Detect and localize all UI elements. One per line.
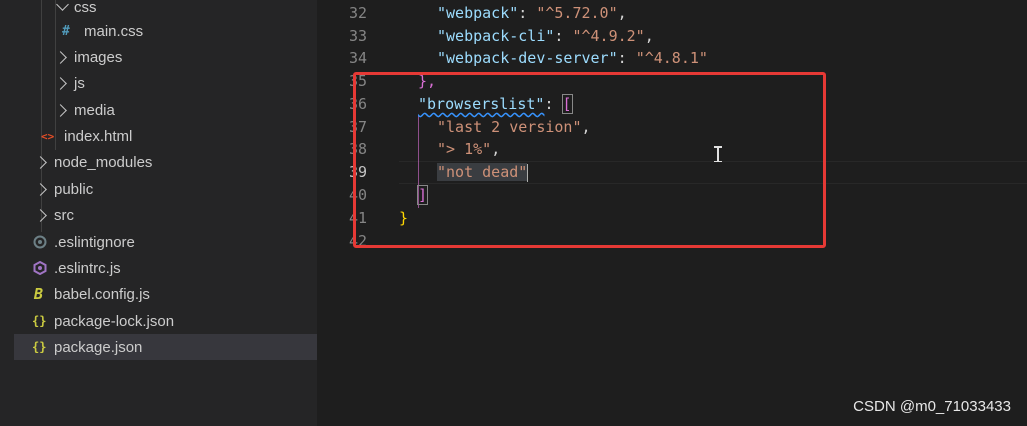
activity-bar	[0, 0, 14, 426]
tree-item-label: package-lock.json	[54, 312, 175, 330]
code-line-32: "webpack": "^5.72.0",	[437, 2, 627, 25]
tree-item-babel-config[interactable]: B babel.config.js	[14, 281, 317, 307]
colon: :	[617, 49, 636, 67]
tree-item-package-lock-json[interactable]: {} package-lock.json	[14, 308, 317, 334]
json-key: "webpack-dev-server"	[437, 49, 618, 67]
tree-item-label: js	[74, 74, 85, 92]
line-number: 32	[348, 4, 367, 22]
line-number: 33	[348, 27, 367, 45]
tree-item-node-modules-folder[interactable]: node_modules	[14, 149, 317, 175]
tree-item-label: index.html	[64, 127, 133, 145]
json-key: "webpack"	[437, 4, 519, 22]
tree-item-main-css[interactable]: # main.css	[14, 18, 317, 44]
eslintignore-icon	[33, 235, 47, 249]
tree-item-label: css	[74, 0, 97, 16]
json-icon: {}	[32, 340, 47, 354]
json-icon: {}	[32, 314, 47, 328]
tree-item-label: images	[74, 48, 123, 66]
chevron-right-icon	[34, 156, 47, 169]
tree-item-media-folder[interactable]: media	[14, 97, 317, 123]
tree-item-css-folder[interactable]: css	[14, 0, 317, 20]
ibeam-cursor-icon	[714, 146, 722, 162]
code-line-34: "webpack-dev-server": "^4.8.1"	[437, 47, 708, 70]
annotation-highlight-box	[353, 72, 826, 248]
tree-item-index-html[interactable]: <> index.html	[14, 123, 317, 149]
tree-item-js-folder[interactable]: js	[14, 70, 317, 96]
line-number: 34	[348, 49, 367, 67]
tree-item-label: media	[74, 101, 115, 119]
code-line-33: "webpack-cli": "^4.9.2",	[437, 25, 654, 48]
tree-item-eslintrc[interactable]: .eslintrc.js	[14, 255, 317, 281]
json-key: "webpack-cli"	[437, 27, 555, 45]
tree-item-label: .eslintrc.js	[54, 259, 121, 277]
chevron-down-icon	[56, 0, 69, 11]
explorer-sidebar: css # main.css images js media <> index.…	[14, 0, 317, 426]
tree-item-label: main.css	[84, 22, 144, 40]
tree-item-eslintignore[interactable]: .eslintignore	[14, 229, 317, 255]
json-string: "^4.8.1"	[635, 49, 708, 67]
chevron-right-icon	[54, 51, 67, 64]
json-string: "^4.9.2"	[572, 27, 645, 45]
tree-item-label: src	[54, 206, 74, 224]
tree-item-label: .eslintignore	[54, 233, 135, 251]
tree-item-label: public	[54, 180, 94, 198]
comma: ,	[617, 4, 627, 22]
comma: ,	[644, 27, 654, 45]
html-file-icon: <>	[41, 129, 55, 143]
chevron-right-icon	[54, 104, 67, 117]
colon: :	[518, 4, 537, 22]
tree-item-public-folder[interactable]: public	[14, 176, 317, 202]
eslint-icon	[33, 261, 47, 275]
chevron-right-icon	[34, 209, 47, 222]
babel-icon: B	[34, 285, 44, 303]
chevron-right-icon	[34, 183, 47, 196]
tree-item-label: babel.config.js	[54, 285, 150, 303]
css-file-icon: #	[62, 23, 70, 39]
json-string: "^5.72.0"	[536, 4, 618, 22]
tree-item-images-folder[interactable]: images	[14, 44, 317, 70]
colon: :	[554, 27, 573, 45]
tree-item-src-folder[interactable]: src	[14, 202, 317, 228]
tree-item-package-json[interactable]: {} package.json	[14, 334, 317, 360]
watermark: CSDN @m0_71033433	[853, 398, 1011, 415]
chevron-right-icon	[54, 77, 67, 90]
tree-item-label: package.json	[54, 338, 143, 356]
tree-item-label: node_modules	[54, 153, 153, 171]
